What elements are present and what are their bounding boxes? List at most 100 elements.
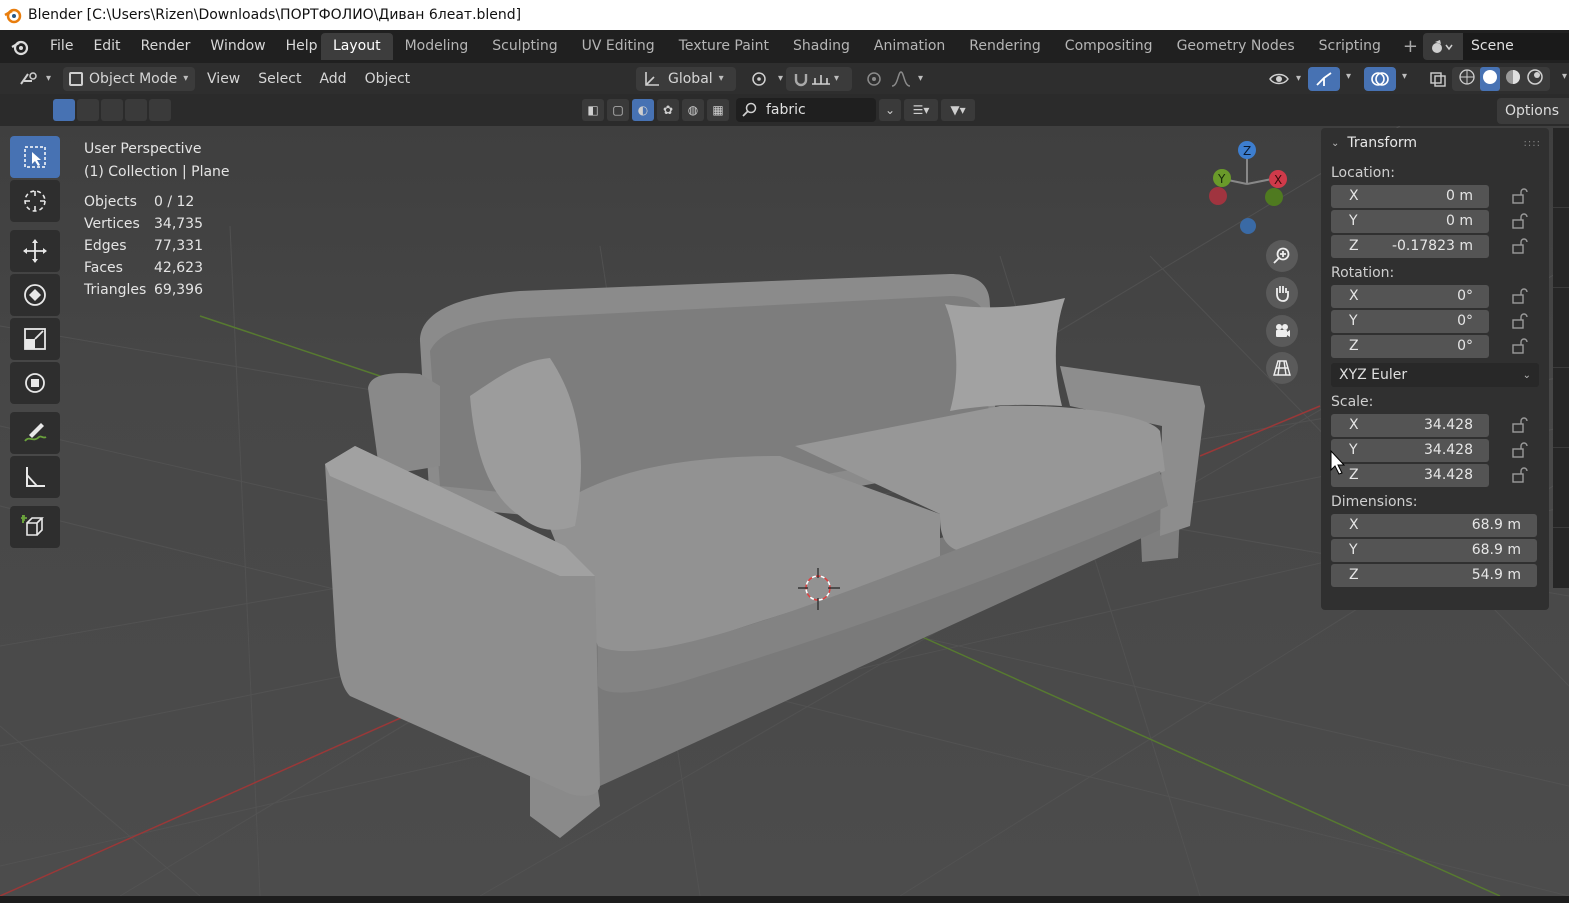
blender-menu-icon[interactable] bbox=[0, 30, 40, 63]
tab-modeling[interactable]: Modeling bbox=[393, 33, 481, 60]
restrict-toggle-icon[interactable]: ◧ bbox=[582, 99, 604, 121]
tab-sculpting[interactable]: Sculpting bbox=[480, 33, 569, 60]
mesh-filter-icon[interactable]: ◐ bbox=[632, 99, 654, 121]
tool-select-box[interactable] bbox=[10, 136, 60, 178]
unlock-icon[interactable] bbox=[1511, 338, 1529, 354]
unlock-icon[interactable] bbox=[1511, 467, 1529, 483]
tool-transform[interactable] bbox=[10, 362, 60, 404]
dimensions-z-field[interactable]: Z 54.9 m bbox=[1331, 563, 1537, 587]
xray-toggle[interactable] bbox=[1422, 67, 1454, 91]
transform-panel-header[interactable]: ⌄ Transform :::: bbox=[1321, 128, 1549, 158]
overlays-toggle[interactable] bbox=[1364, 66, 1396, 91]
zoom-view-button[interactable] bbox=[1266, 240, 1298, 272]
solid-shading-icon[interactable] bbox=[1480, 66, 1500, 91]
tab-rendering[interactable]: Rendering bbox=[957, 33, 1053, 60]
options-button[interactable]: Options ▾ bbox=[1497, 98, 1569, 144]
tab-compositing[interactable]: Compositing bbox=[1053, 33, 1165, 60]
tab-uv-editing[interactable]: UV Editing bbox=[570, 33, 667, 60]
mode-dropdown[interactable]: Object Mode ▾ bbox=[63, 66, 196, 91]
sidebar-tab-tool[interactable] bbox=[1553, 208, 1569, 288]
header-menu-view[interactable]: View bbox=[201, 67, 246, 91]
snap-toggle[interactable]: ▾ bbox=[786, 66, 852, 91]
unlock-icon[interactable] bbox=[1511, 188, 1529, 204]
pan-view-button[interactable] bbox=[1266, 277, 1298, 309]
camera-view-button[interactable] bbox=[1266, 315, 1298, 347]
tab-animation[interactable]: Animation bbox=[862, 33, 957, 60]
ortho-toggle-button[interactable] bbox=[1266, 352, 1298, 384]
location-x-field[interactable]: X0 m bbox=[1331, 184, 1489, 208]
select-subtract-icon[interactable] bbox=[101, 99, 123, 121]
wireframe-shading-icon[interactable] bbox=[1458, 68, 1476, 90]
world-filter-icon[interactable]: ◍ bbox=[682, 99, 704, 121]
sidebar-tab-view[interactable] bbox=[1553, 288, 1569, 368]
rotation-y-field[interactable]: Y 0° bbox=[1331, 309, 1489, 333]
select-new-icon[interactable] bbox=[53, 99, 75, 121]
tab-shading[interactable]: Shading bbox=[781, 33, 862, 60]
dimensions-y-field[interactable]: Y 68.9 m bbox=[1331, 538, 1537, 562]
unlock-icon[interactable] bbox=[1511, 313, 1529, 329]
menu-help[interactable]: Help bbox=[276, 30, 328, 63]
tool-add-cube[interactable] bbox=[10, 506, 60, 548]
select-invert-icon[interactable] bbox=[125, 99, 147, 121]
header-menu-add[interactable]: Add bbox=[313, 67, 352, 91]
orientation-dropdown[interactable]: Global ▾ bbox=[636, 66, 736, 91]
unlock-icon[interactable] bbox=[1511, 442, 1529, 458]
rendered-shading-icon[interactable] bbox=[1526, 68, 1544, 90]
location-z-field[interactable]: Z -0.17823 m bbox=[1331, 234, 1489, 258]
texture-filter-icon[interactable]: ▦ bbox=[707, 99, 729, 121]
menu-render[interactable]: Render bbox=[131, 30, 201, 63]
tab-geometry-nodes[interactable]: Geometry Nodes bbox=[1165, 33, 1307, 60]
select-intersect-icon[interactable] bbox=[149, 99, 171, 121]
menu-window[interactable]: Window bbox=[200, 30, 275, 63]
tool-cursor[interactable] bbox=[10, 180, 60, 222]
location-y-field[interactable]: Y0 m bbox=[1331, 209, 1489, 233]
scale-x-field[interactable]: X 34.428 bbox=[1331, 413, 1489, 437]
gizmo-neg-z-axis[interactable] bbox=[1240, 218, 1256, 234]
scene-selector[interactable]: Scene bbox=[1423, 33, 1569, 60]
tab-layout[interactable]: Layout bbox=[321, 33, 393, 60]
unlock-icon[interactable] bbox=[1511, 417, 1529, 433]
scene-name-field[interactable]: Scene bbox=[1463, 33, 1569, 60]
tool-scale[interactable] bbox=[10, 318, 60, 360]
sidebar-tab-create[interactable] bbox=[1553, 368, 1569, 448]
navigation-gizmo[interactable]: Z X Y bbox=[1205, 136, 1295, 236]
filter-funnel-icon[interactable]: ▼▾ bbox=[941, 99, 975, 121]
gizmo-neg-x-axis[interactable] bbox=[1209, 187, 1227, 205]
search-input[interactable]: fabric bbox=[736, 98, 876, 122]
tool-move[interactable] bbox=[10, 230, 60, 272]
tab-scripting[interactable]: Scripting bbox=[1307, 33, 1393, 60]
visibility-dropdown[interactable]: ▾ bbox=[1262, 67, 1307, 91]
material-shading-icon[interactable] bbox=[1504, 68, 1522, 90]
sidebar-tab-item[interactable] bbox=[1553, 128, 1569, 208]
search-options-icon[interactable]: ⌄ bbox=[879, 99, 901, 121]
scale-y-field[interactable]: Y 34.428 bbox=[1331, 438, 1489, 462]
rotation-mode-dropdown[interactable]: XYZ Euler ⌄ bbox=[1331, 363, 1539, 387]
scene-icon[interactable] bbox=[1423, 33, 1463, 60]
dimensions-x-field[interactable]: X 68.9 m bbox=[1331, 513, 1537, 537]
tool-measure[interactable] bbox=[10, 456, 60, 498]
object-filter-icon[interactable]: ▢ bbox=[607, 99, 629, 121]
gizmo-toggle[interactable] bbox=[1308, 66, 1340, 91]
unlock-icon[interactable] bbox=[1511, 238, 1529, 254]
tool-rotate[interactable] bbox=[10, 274, 60, 316]
rotation-x-field[interactable]: X 0° bbox=[1331, 284, 1489, 308]
collapse-chevron-icon[interactable]: ⌄ bbox=[1331, 138, 1339, 149]
rotation-z-field[interactable]: Z 0° bbox=[1331, 334, 1489, 358]
header-menu-select[interactable]: Select bbox=[252, 67, 307, 91]
unlock-icon[interactable] bbox=[1511, 213, 1529, 229]
proportional-falloff-dropdown[interactable]: ▾ bbox=[884, 67, 929, 91]
unlock-icon[interactable] bbox=[1511, 288, 1529, 304]
pivot-dropdown[interactable]: ▾ bbox=[744, 67, 789, 91]
tab-texture-paint[interactable]: Texture Paint bbox=[667, 33, 781, 60]
tool-annotate[interactable] bbox=[10, 412, 60, 454]
shader-filter-icon[interactable]: ✿ bbox=[657, 99, 679, 121]
menu-file[interactable]: File bbox=[40, 30, 83, 63]
menu-edit[interactable]: Edit bbox=[83, 30, 130, 63]
editor-type-button[interactable]: ▾ bbox=[12, 67, 57, 91]
gizmo-neg-y-axis[interactable] bbox=[1265, 188, 1283, 206]
scale-z-field[interactable]: Z 34.428 bbox=[1331, 463, 1489, 487]
sofa-model[interactable] bbox=[325, 274, 1205, 838]
select-extend-icon[interactable] bbox=[77, 99, 99, 121]
sidebar-tab-edit[interactable] bbox=[1553, 448, 1569, 528]
tree-display-icon[interactable]: ☰▾ bbox=[904, 99, 938, 121]
